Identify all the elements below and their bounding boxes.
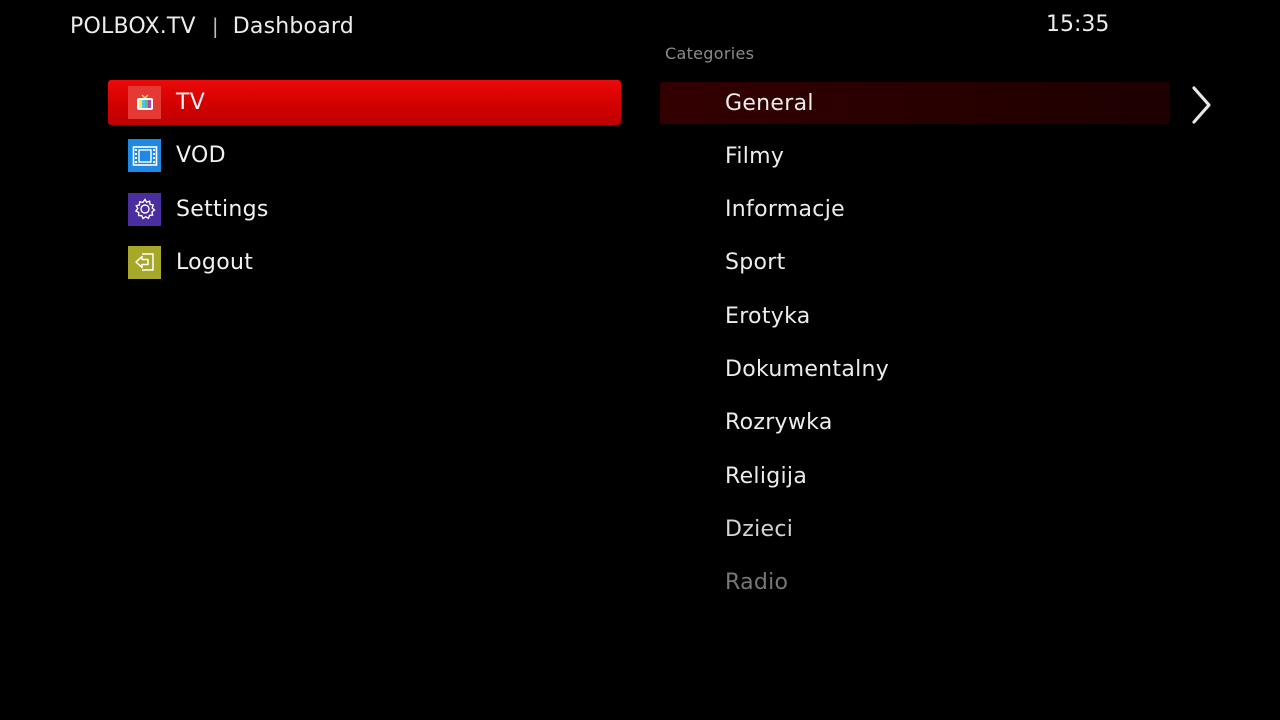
- page-title: Dashboard: [232, 13, 354, 39]
- category-label: Erotyka: [725, 303, 811, 329]
- header: POLBOX.TV | Dashboard: [70, 10, 354, 42]
- category-item-dzieci[interactable]: Dzieci: [660, 508, 1170, 550]
- logout-icon: [128, 245, 161, 279]
- category-label: Dzieci: [725, 516, 794, 542]
- clock: 15:35: [1046, 12, 1110, 37]
- film-icon: [128, 139, 161, 173]
- category-label: Religija: [725, 463, 808, 489]
- category-item-religija[interactable]: Religija: [660, 455, 1170, 497]
- category-item-sport[interactable]: Sport: [660, 242, 1170, 284]
- tv-icon: [128, 86, 161, 119]
- category-item-rozrywka[interactable]: Rozrywka: [660, 402, 1170, 444]
- category-item-filmy[interactable]: Filmy: [660, 135, 1170, 177]
- category-label: Dokumentalny: [725, 356, 890, 382]
- menu-label-tv: TV: [176, 90, 206, 115]
- category-label: General: [725, 90, 814, 116]
- category-label: Sport: [725, 250, 786, 276]
- chevron-right-icon[interactable]: [1186, 84, 1216, 126]
- category-item-informacje[interactable]: Informacje: [660, 189, 1170, 231]
- category-item-radio[interactable]: Radio: [660, 562, 1170, 604]
- main-menu: TV VOD Settings Logout: [108, 80, 621, 293]
- categories-title: Categories: [665, 44, 755, 63]
- menu-label-logout: Logout: [176, 249, 254, 275]
- categories-list: General Filmy Informacje Sport Erotyka D…: [660, 82, 1170, 615]
- category-item-general[interactable]: General: [660, 82, 1170, 124]
- menu-label-vod: VOD: [176, 143, 226, 169]
- menu-item-tv[interactable]: TV: [108, 80, 621, 125]
- menu-label-settings: Settings: [176, 196, 269, 222]
- menu-item-logout[interactable]: Logout: [108, 240, 621, 285]
- category-label: Filmy: [725, 143, 785, 169]
- brand-title: POLBOX.TV: [70, 13, 196, 39]
- category-item-dokumentalny[interactable]: Dokumentalny: [660, 348, 1170, 390]
- header-separator: |: [211, 14, 219, 38]
- category-item-erotyka[interactable]: Erotyka: [660, 295, 1170, 337]
- category-label: Radio: [725, 570, 789, 596]
- menu-item-settings[interactable]: Settings: [108, 187, 621, 232]
- category-label: Informacje: [725, 197, 845, 223]
- gear-icon: [128, 192, 161, 226]
- category-label: Rozrywka: [725, 410, 833, 436]
- dashboard-screen: POLBOX.TV | Dashboard 15:35 TV VOD Setti…: [0, 0, 1280, 720]
- menu-item-vod[interactable]: VOD: [108, 133, 621, 178]
